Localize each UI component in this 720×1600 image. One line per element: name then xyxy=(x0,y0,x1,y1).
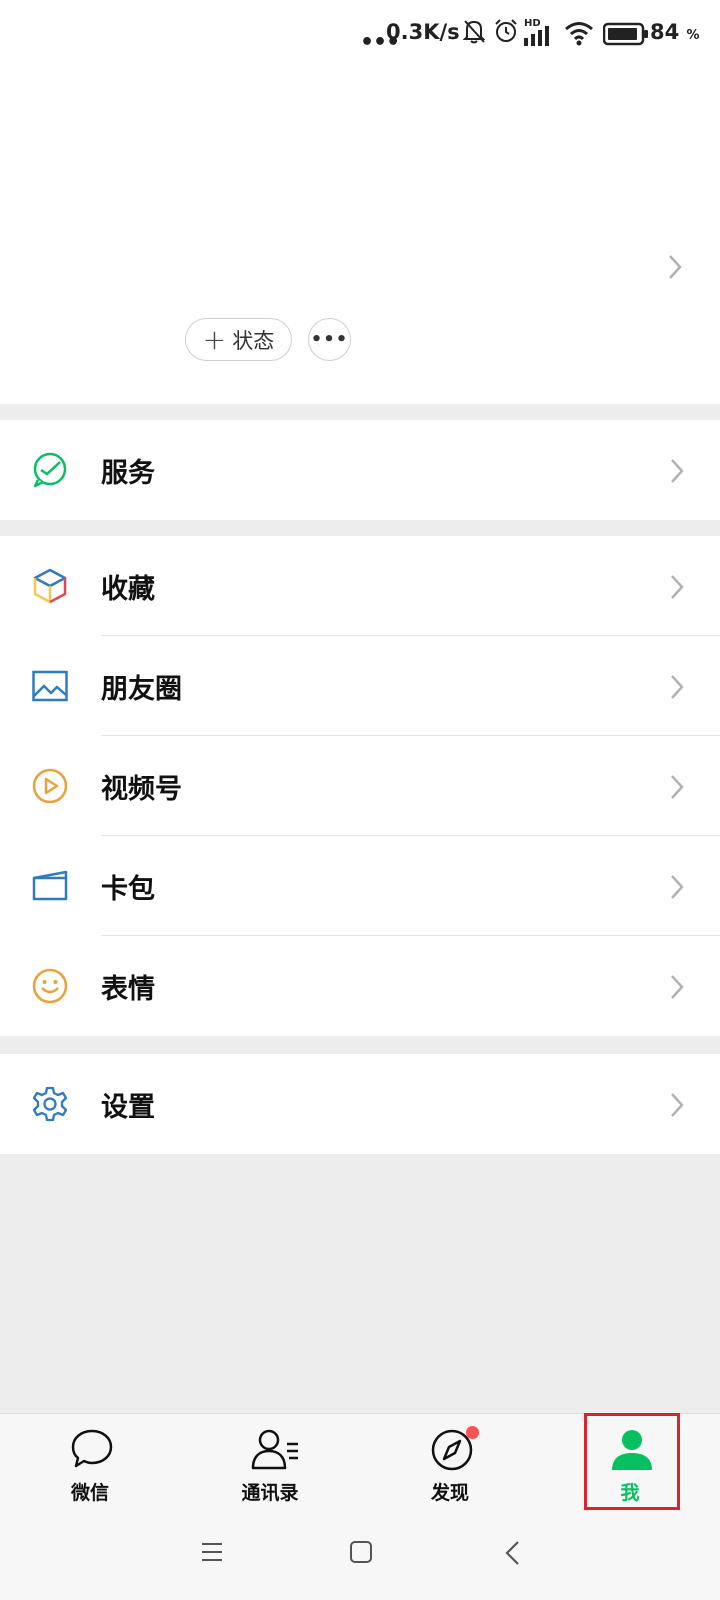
more-options-button[interactable]: ••• xyxy=(308,318,351,361)
moments-photo-icon xyxy=(32,670,68,702)
menu-item-label: 视频号 xyxy=(101,773,182,805)
wifi-icon xyxy=(565,22,593,46)
chat-bubble-icon xyxy=(71,1429,113,1468)
home-square-icon[interactable] xyxy=(349,1540,373,1564)
battery-icon xyxy=(603,22,648,46)
menu-item-label: 朋友圈 xyxy=(101,673,182,705)
tab-label: 微信 xyxy=(70,1482,109,1504)
tab-chats[interactable]: 微信 xyxy=(30,1414,150,1514)
contacts-icon xyxy=(251,1429,298,1470)
back-icon[interactable] xyxy=(504,1540,520,1566)
menu-item-service[interactable]: 服务 xyxy=(0,420,720,520)
chevron-right-icon xyxy=(671,575,684,599)
add-status-button[interactable]: + 状态 xyxy=(185,318,292,361)
settings-gear-icon xyxy=(32,1086,68,1122)
menu-item-favorites[interactable]: 收藏 xyxy=(0,536,720,636)
tab-contacts[interactable]: 通讯录 xyxy=(210,1414,330,1514)
service-wallet-icon xyxy=(33,452,67,488)
card-wallet-icon xyxy=(32,870,68,901)
signal-icon xyxy=(524,26,549,46)
menu-item-label: 卡包 xyxy=(101,873,155,905)
system-navigation-bar xyxy=(0,1513,720,1600)
chevron-right-icon xyxy=(671,875,684,899)
menu-item-card-wallet[interactable]: 卡包 xyxy=(0,836,720,936)
menu-item-label: 表情 xyxy=(101,973,155,1005)
chevron-right-icon xyxy=(671,459,684,483)
tab-label: 发现 xyxy=(430,1482,469,1504)
menu-group-main: 收藏 朋友圈 视频号 卡包 表情 xyxy=(0,536,720,1036)
menu-group-settings: 设置 xyxy=(0,1054,720,1154)
notification-badge xyxy=(466,1426,479,1439)
network-speed: 0.3K/s xyxy=(386,20,460,44)
menu-icon[interactable] xyxy=(200,1540,224,1564)
alarm-icon xyxy=(495,19,517,42)
chevron-right-icon xyxy=(671,775,684,799)
favorites-cube-icon xyxy=(33,568,67,604)
channels-play-icon xyxy=(32,768,68,804)
menu-item-stickers[interactable]: 表情 xyxy=(0,936,720,1036)
plus-icon: + xyxy=(202,322,227,356)
tab-label: 通讯录 xyxy=(241,1482,299,1504)
menu-item-label: 设置 xyxy=(101,1091,155,1123)
status-button-label: 状态 xyxy=(232,328,275,353)
chevron-right-icon xyxy=(671,675,684,699)
menu-group-service: 服务 xyxy=(0,420,720,520)
menu-item-label: 收藏 xyxy=(101,573,155,605)
more-dots-icon: ••• xyxy=(310,329,349,350)
menu-item-moments[interactable]: 朋友圈 xyxy=(0,636,720,736)
sticker-smile-icon xyxy=(32,968,68,1004)
menu-item-settings[interactable]: 设置 xyxy=(0,1054,720,1154)
status-bar: ••• 0.3K/s HD 84 % xyxy=(0,0,720,68)
menu-item-label: 服务 xyxy=(101,457,155,489)
highlight-annotation xyxy=(584,1413,680,1510)
battery-percent: 84 % xyxy=(650,20,700,44)
menu-item-channels[interactable]: 视频号 xyxy=(0,736,720,836)
chevron-right-icon[interactable] xyxy=(668,254,682,280)
chevron-right-icon xyxy=(671,1093,684,1117)
chevron-right-icon xyxy=(671,975,684,999)
tab-discover[interactable]: 发现 xyxy=(390,1414,510,1514)
mute-bell-icon xyxy=(462,20,486,44)
profile-header[interactable]: + 状态 ••• xyxy=(0,68,720,404)
